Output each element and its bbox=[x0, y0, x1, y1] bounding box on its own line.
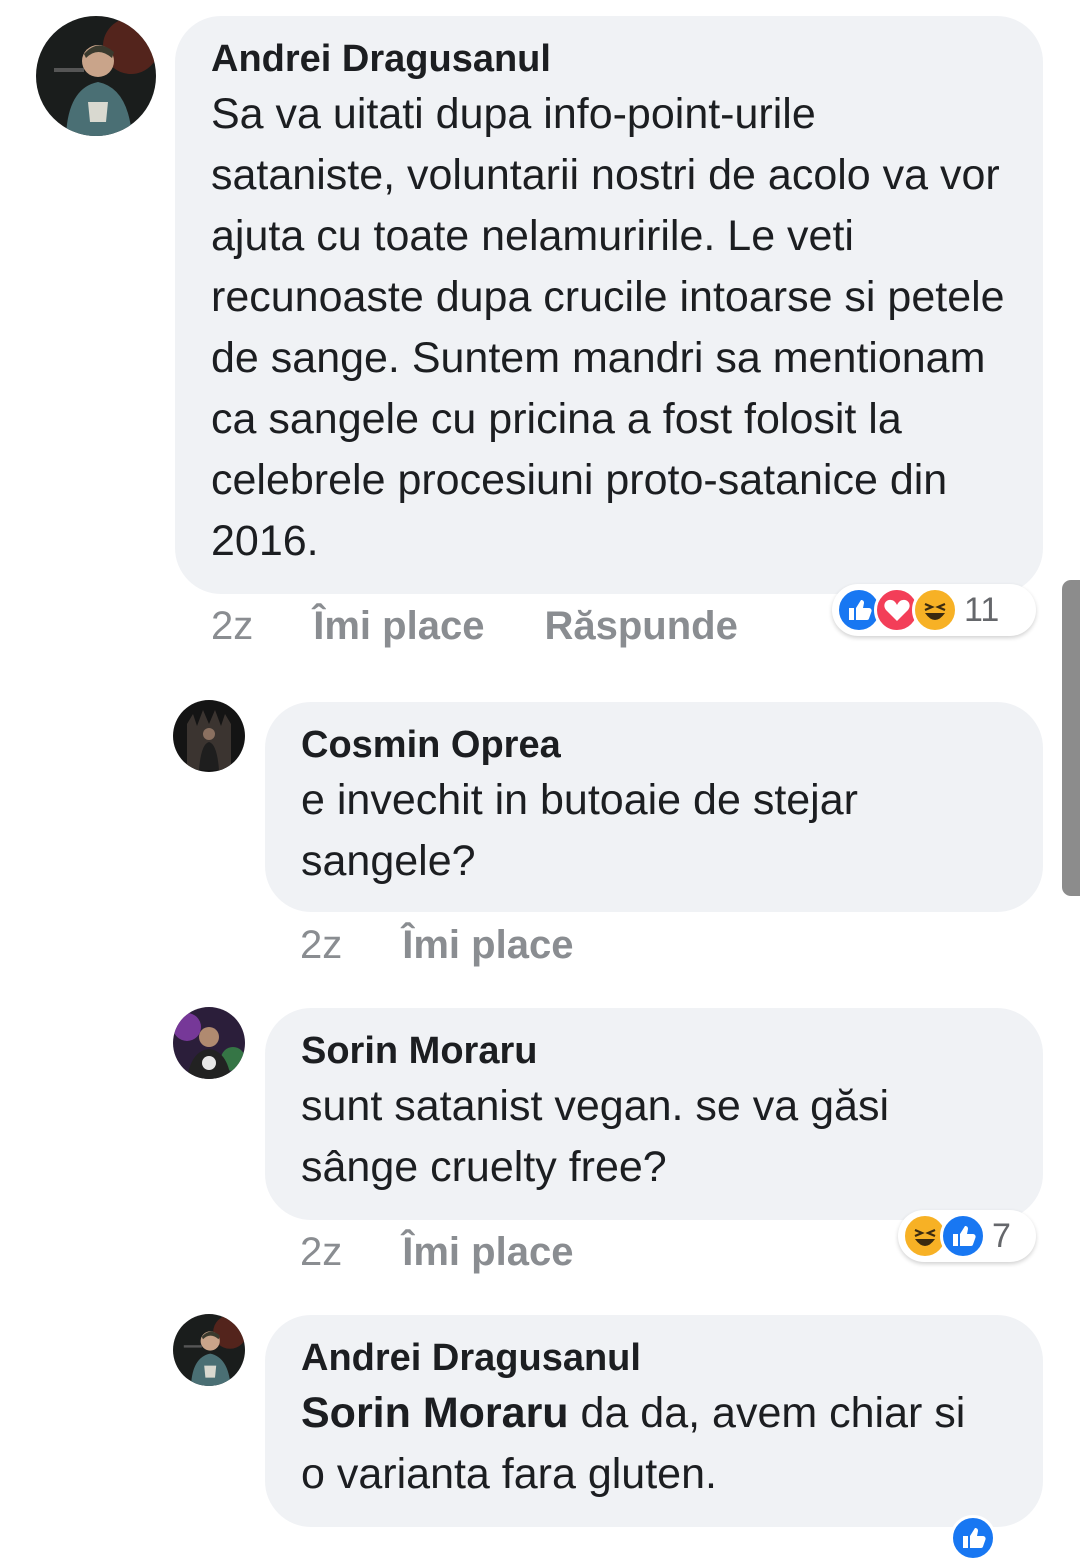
reaction-count: 11 bbox=[964, 590, 1000, 629]
avatar-sorin-moraru[interactable] bbox=[173, 1007, 245, 1079]
comment-bubble: Andrei Dragusanul Sorin Moraru da da, av… bbox=[265, 1315, 1043, 1527]
comment-text: Sorin Moraru da da, avem chiar si o vari… bbox=[301, 1383, 991, 1505]
reaction-count: 7 bbox=[992, 1216, 1011, 1255]
avatar-andrei-dragusanul[interactable] bbox=[173, 1314, 245, 1386]
mention-link[interactable]: Sorin Moraru bbox=[301, 1389, 569, 1437]
comment-bubble: Cosmin Oprea e invechit in butoaie de st… bbox=[265, 702, 1043, 912]
like-icon bbox=[940, 1213, 986, 1259]
comment-meta: 2z Îmi place Răspunde bbox=[211, 596, 738, 656]
comment-author[interactable]: Sorin Moraru bbox=[301, 1028, 1013, 1074]
comment-time: 2z bbox=[300, 1229, 343, 1274]
like-button[interactable]: Îmi place bbox=[402, 923, 573, 968]
reactions-summary[interactable]: 11 bbox=[832, 584, 1036, 636]
comment-time: 2z bbox=[300, 922, 343, 967]
comment-meta: 2z Îmi place bbox=[300, 1222, 573, 1282]
like-icon bbox=[950, 1515, 996, 1561]
reactions-summary-partial[interactable] bbox=[946, 1512, 1036, 1564]
like-button[interactable]: Îmi place bbox=[313, 604, 484, 649]
comment-bubble: Andrei Dragusanul Sa va uitati dupa info… bbox=[175, 16, 1043, 594]
comment-meta: 2z Îmi place bbox=[300, 915, 573, 975]
scrollbar[interactable] bbox=[1062, 580, 1080, 896]
comment-author[interactable]: Andrei Dragusanul bbox=[301, 1335, 1013, 1381]
comment-bubble: Sorin Moraru sunt satanist vegan. se va … bbox=[265, 1008, 1043, 1220]
comment-text: e invechit in butoaie de stejar sangele? bbox=[301, 776, 858, 885]
comment-text: Sa va uitati dupa info-point-urile satan… bbox=[211, 90, 1005, 565]
comment-time: 2z bbox=[211, 603, 254, 648]
reactions-summary[interactable]: 7 bbox=[898, 1210, 1036, 1262]
reply-button[interactable]: Răspunde bbox=[544, 604, 737, 649]
haha-icon bbox=[912, 587, 958, 633]
comment-text: sunt satanist vegan. se va găsi sânge cr… bbox=[301, 1082, 890, 1191]
comment-author[interactable]: Cosmin Oprea bbox=[301, 722, 1013, 768]
comment-author[interactable]: Andrei Dragusanul bbox=[211, 36, 1013, 82]
avatar-andrei-dragusanul[interactable] bbox=[36, 16, 156, 136]
like-button[interactable]: Îmi place bbox=[402, 1230, 573, 1275]
avatar-cosmin-oprea[interactable] bbox=[173, 700, 245, 772]
